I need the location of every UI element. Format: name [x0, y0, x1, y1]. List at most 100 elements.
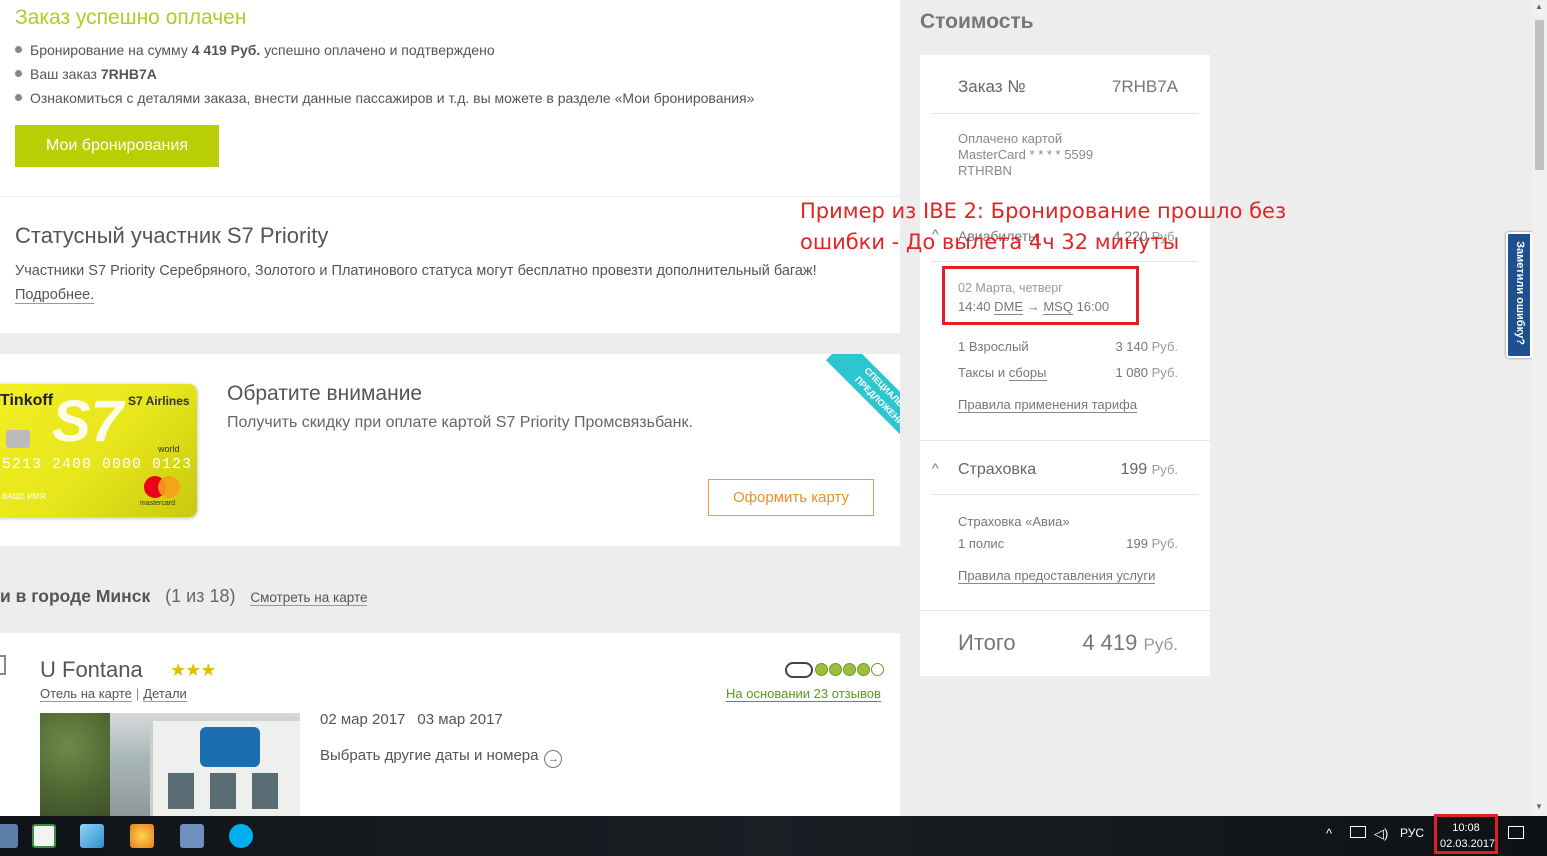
taxes-amount: 1 080: [1115, 365, 1148, 380]
bookings-hint: Ознакомиться с деталями заказа, внести д…: [30, 90, 755, 106]
paid-by-card: Оплачено картой: [958, 131, 1063, 146]
taxes-label: Таксы и: [958, 365, 1009, 380]
total-label: Итого: [958, 630, 1016, 655]
currency: Руб.: [1151, 339, 1178, 354]
currency: Руб.: [1151, 536, 1178, 551]
divider: [932, 261, 1198, 262]
currency: Руб.: [1151, 365, 1178, 380]
card-s7-logo: S7: [52, 389, 123, 454]
ribbon-label: СПЕЦИАЛЬНОЕ ПРЕДЛОЖЕНИЕ: [825, 354, 900, 446]
hotel-name[interactable]: U Fontana: [40, 657, 143, 683]
success-title: Заказ успешно оплачен: [15, 6, 247, 29]
annotation-text: Пример из IBE 2: Бронирование прошло без…: [800, 199, 1287, 254]
priority-description: Участники S7 Priority Серебряного, Золот…: [15, 263, 817, 279]
scroll-down-icon[interactable]: ▼: [1535, 802, 1543, 811]
promo-text: Получить скидку при оплате картой S7 Pri…: [227, 414, 693, 431]
total-value: 4 419 Руб.: [1082, 630, 1178, 656]
hotel-links: Отель на карте | Детали: [40, 686, 187, 702]
app-icon[interactable]: [0, 824, 18, 848]
priority-card: Статусный участник S7 Priority Участники…: [0, 197, 900, 333]
currency: Руб.: [1143, 635, 1179, 654]
policy-value: 199 Руб.: [1126, 536, 1178, 551]
card-bank-name: Tinkoff: [0, 392, 54, 409]
arrow-right-icon: →: [544, 750, 563, 768]
list-item: Ваш заказ 7RHB7A: [15, 64, 754, 88]
adult-amount: 3 140: [1115, 339, 1148, 354]
other-dates-link[interactable]: Выбрать другие даты и номера →: [320, 747, 563, 768]
scrollbar[interactable]: ▲ ▼: [1532, 0, 1547, 816]
order-card-button[interactable]: Оформить карту: [708, 479, 874, 516]
hotel-details-link[interactable]: Детали: [143, 686, 187, 702]
priority-text: Участники S7 Priority Серебряного, Золот…: [15, 259, 885, 307]
hotel-map-link[interactable]: Отель на карте: [40, 686, 132, 702]
order-text: Ваш заказ: [30, 66, 101, 82]
notes-icon[interactable]: [80, 824, 104, 848]
payment-status-text: успешно оплачено и подтверждено: [260, 42, 495, 58]
notifications-icon[interactable]: [1508, 826, 1524, 839]
card-world: world: [158, 444, 180, 454]
divider: [932, 494, 1198, 495]
hotel-card: U Fontana ★★★ Отель на карте | Детали 02 м…: [0, 633, 900, 816]
insurance-amount: 199: [1120, 461, 1148, 478]
hotel-dates: 02 мар 2017 03 мар 2017: [320, 711, 503, 728]
cost-panel: Заказ № 7RHB7A Оплачено картой MasterCar…: [920, 55, 1210, 676]
adult-value: 3 140 Руб.: [1115, 339, 1178, 354]
tripadvisor-owl-icon: [785, 662, 813, 678]
success-list: Бронирование на сумму 4 419 Руб. успешно…: [15, 40, 754, 112]
divider: [920, 440, 1210, 441]
scrollbar-thumb[interactable]: [1535, 20, 1544, 170]
card-number: 5213 2400 0000 0123: [2, 456, 193, 473]
adult-label: 1 Взрослый: [958, 339, 1029, 354]
fees-link[interactable]: сборы: [1008, 365, 1047, 381]
highlight-box-flight: [942, 266, 1139, 325]
hotels-header: и в городе Минск (1 из 18) Смотреть на к…: [0, 586, 368, 607]
hotel-icon: [0, 655, 6, 675]
skype-icon[interactable]: [229, 824, 253, 848]
payment-amount: 4 419 Руб.: [191, 42, 261, 58]
taxes-row: Таксы и сборы 1 080 Руб.: [958, 365, 1178, 381]
list-item: Ознакомиться с деталями заказа, внести д…: [15, 88, 754, 112]
service-rules-row: Правила предоставления услуги: [958, 568, 1178, 584]
order-code: 7RHB7A: [100, 66, 157, 82]
volume-icon[interactable]: ◁): [1374, 826, 1388, 842]
card-airlines: S7 Airlines: [128, 394, 190, 408]
priority-title: Статусный участник S7 Priority: [15, 223, 329, 248]
special-offer-ribbon: СПЕЦИАЛЬНОЕ ПРЕДЛОЖЕНИЕ: [808, 354, 900, 446]
bank-card-image: Tinkoff S7 S7 Airlines world 5213 2400 0…: [0, 384, 197, 517]
show-on-map-link[interactable]: Смотреть на карте: [250, 590, 368, 606]
paint-icon[interactable]: [130, 824, 154, 848]
adult-row: 1 Взрослый 3 140 Руб.: [958, 339, 1178, 354]
network-icon[interactable]: [1350, 826, 1366, 838]
excel-icon[interactable]: [32, 824, 56, 848]
feedback-tab[interactable]: Заметили ошибку?: [1506, 232, 1532, 358]
insurance-row[interactable]: Страховка 199 Руб.: [958, 461, 1178, 479]
order-label: Заказ №: [958, 77, 1026, 96]
card-chip-icon: [6, 430, 30, 448]
chevron-up-icon[interactable]: ^: [1326, 826, 1332, 841]
scroll-up-icon[interactable]: ▲: [1535, 2, 1543, 11]
order-number: 7RHB7A: [1111, 77, 1178, 96]
chevron-up-icon[interactable]: ^: [932, 460, 939, 476]
hotel-photo[interactable]: [40, 713, 300, 816]
divider: [932, 113, 1198, 114]
network-app-icon[interactable]: [180, 824, 204, 848]
my-bookings-button[interactable]: Мои бронирования: [15, 125, 219, 167]
feedback-label: Заметили ошибку?: [1514, 241, 1526, 345]
other-dates-label: Выбрать другие даты и номера: [320, 747, 539, 764]
promo-title: Обратите внимание: [227, 382, 423, 405]
fare-rules-link[interactable]: Правила применения тарифа: [958, 397, 1138, 413]
service-rules-link[interactable]: Правила предоставления услуги: [958, 568, 1156, 584]
language-indicator[interactable]: РУС: [1400, 826, 1424, 840]
policy-amount: 199: [1126, 536, 1148, 551]
card-mask: MasterCard * * * * 5599: [958, 147, 1094, 162]
card-mc-text: mastercard: [140, 500, 176, 507]
checkin-date: 02 мар 2017: [320, 711, 406, 728]
main-column: Заказ успешно оплачен Бронирование на су…: [0, 0, 900, 816]
payment-info: Оплачено картой MasterCard * * * * 5599 …: [958, 131, 1093, 179]
reviews-link[interactable]: На основании 23 отзывов: [726, 686, 881, 702]
priority-more-link[interactable]: Подробнее.: [15, 287, 95, 304]
fare-rules-row: Правила применения тарифа: [958, 397, 1178, 413]
separator: |: [135, 686, 140, 701]
hotel-stars: ★★★: [170, 660, 216, 680]
card-holder: ВАШЕ ИМЯ: [2, 492, 46, 501]
